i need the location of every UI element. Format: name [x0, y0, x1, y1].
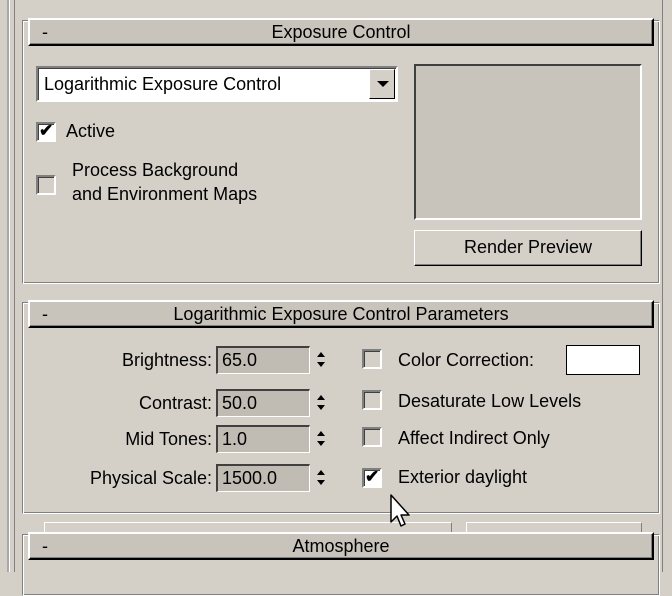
chevron-down-icon	[377, 81, 389, 87]
active-label: Active	[66, 121, 116, 141]
dropdown-value: Logarithmic Exposure Control	[44, 74, 282, 94]
rollout-title: Atmosphere	[292, 536, 390, 556]
mid-tones-field[interactable]: 1.0	[216, 425, 310, 453]
check-icon: ✔	[39, 121, 54, 140]
brightness-field[interactable]: 65.0	[216, 346, 310, 374]
brightness-spinner[interactable]	[316, 346, 328, 374]
panel-right-edge	[662, 0, 663, 572]
desaturate-low-levels-label: Desaturate Low Levels	[398, 391, 582, 411]
contrast-spinner[interactable]	[316, 389, 328, 417]
log-exposure-params-rollout-header[interactable]: - Logarithmic Exposure Control Parameter…	[28, 300, 654, 328]
spinner-down-icon	[317, 362, 325, 367]
mid-tones-spinner[interactable]	[316, 425, 328, 453]
process-background-label-line1: Process Background	[72, 160, 239, 180]
render-preview-button[interactable]: Render Preview	[414, 230, 642, 266]
mouse-cursor-icon	[390, 494, 410, 527]
spinner-down-icon	[317, 441, 325, 446]
exposure-type-dropdown[interactable]: Logarithmic Exposure Control	[36, 66, 398, 102]
affect-indirect-only-checkbox[interactable]	[362, 427, 382, 447]
contrast-value: 50.0	[222, 393, 258, 413]
dropdown-button[interactable]	[369, 69, 395, 99]
spinner-up-icon	[317, 470, 325, 475]
color-correction-swatch[interactable]	[566, 345, 640, 375]
rollout-title: Exposure Control	[271, 22, 411, 42]
scroll-gutter-line	[7, 0, 10, 572]
brightness-label: Brightness:	[121, 350, 212, 370]
process-background-checkbox[interactable]	[36, 175, 56, 195]
contrast-label: Contrast:	[138, 393, 212, 413]
exterior-daylight-checkbox[interactable]: ✔	[362, 467, 382, 488]
physical-scale-value: 1500.0	[222, 468, 278, 488]
spinner-up-icon	[317, 352, 325, 357]
desaturate-low-levels-checkbox[interactable]	[362, 390, 382, 410]
contrast-field[interactable]: 50.0	[216, 389, 310, 417]
exposure-preview-pane	[414, 64, 642, 220]
spinner-down-icon	[317, 480, 325, 485]
check-icon: ✔	[365, 467, 380, 486]
exterior-daylight-label: Exterior daylight	[398, 467, 528, 487]
spinner-up-icon	[317, 395, 325, 400]
physical-scale-spinner[interactable]	[316, 464, 328, 492]
spinner-up-icon	[317, 431, 325, 436]
physical-scale-label: Physical Scale:	[89, 468, 212, 488]
mid-tones-label: Mid Tones:	[125, 429, 212, 449]
physical-scale-field[interactable]: 1500.0	[216, 464, 310, 492]
color-correction-checkbox[interactable]	[362, 349, 382, 369]
color-correction-label: Color Correction:	[398, 350, 535, 370]
mid-tones-value: 1.0	[222, 429, 248, 449]
exposure-control-rollout-header[interactable]: - Exposure Control	[28, 18, 654, 46]
process-background-label-line2: and Environment Maps	[72, 184, 258, 204]
active-checkbox[interactable]: ✔	[36, 121, 56, 142]
affect-indirect-only-label: Affect Indirect Only	[398, 428, 550, 448]
rollout-title: Logarithmic Exposure Control Parameters	[173, 304, 509, 324]
atmosphere-rollout-header[interactable]: - Atmosphere	[28, 532, 654, 560]
brightness-value: 65.0	[222, 350, 258, 370]
spinner-down-icon	[317, 405, 325, 410]
